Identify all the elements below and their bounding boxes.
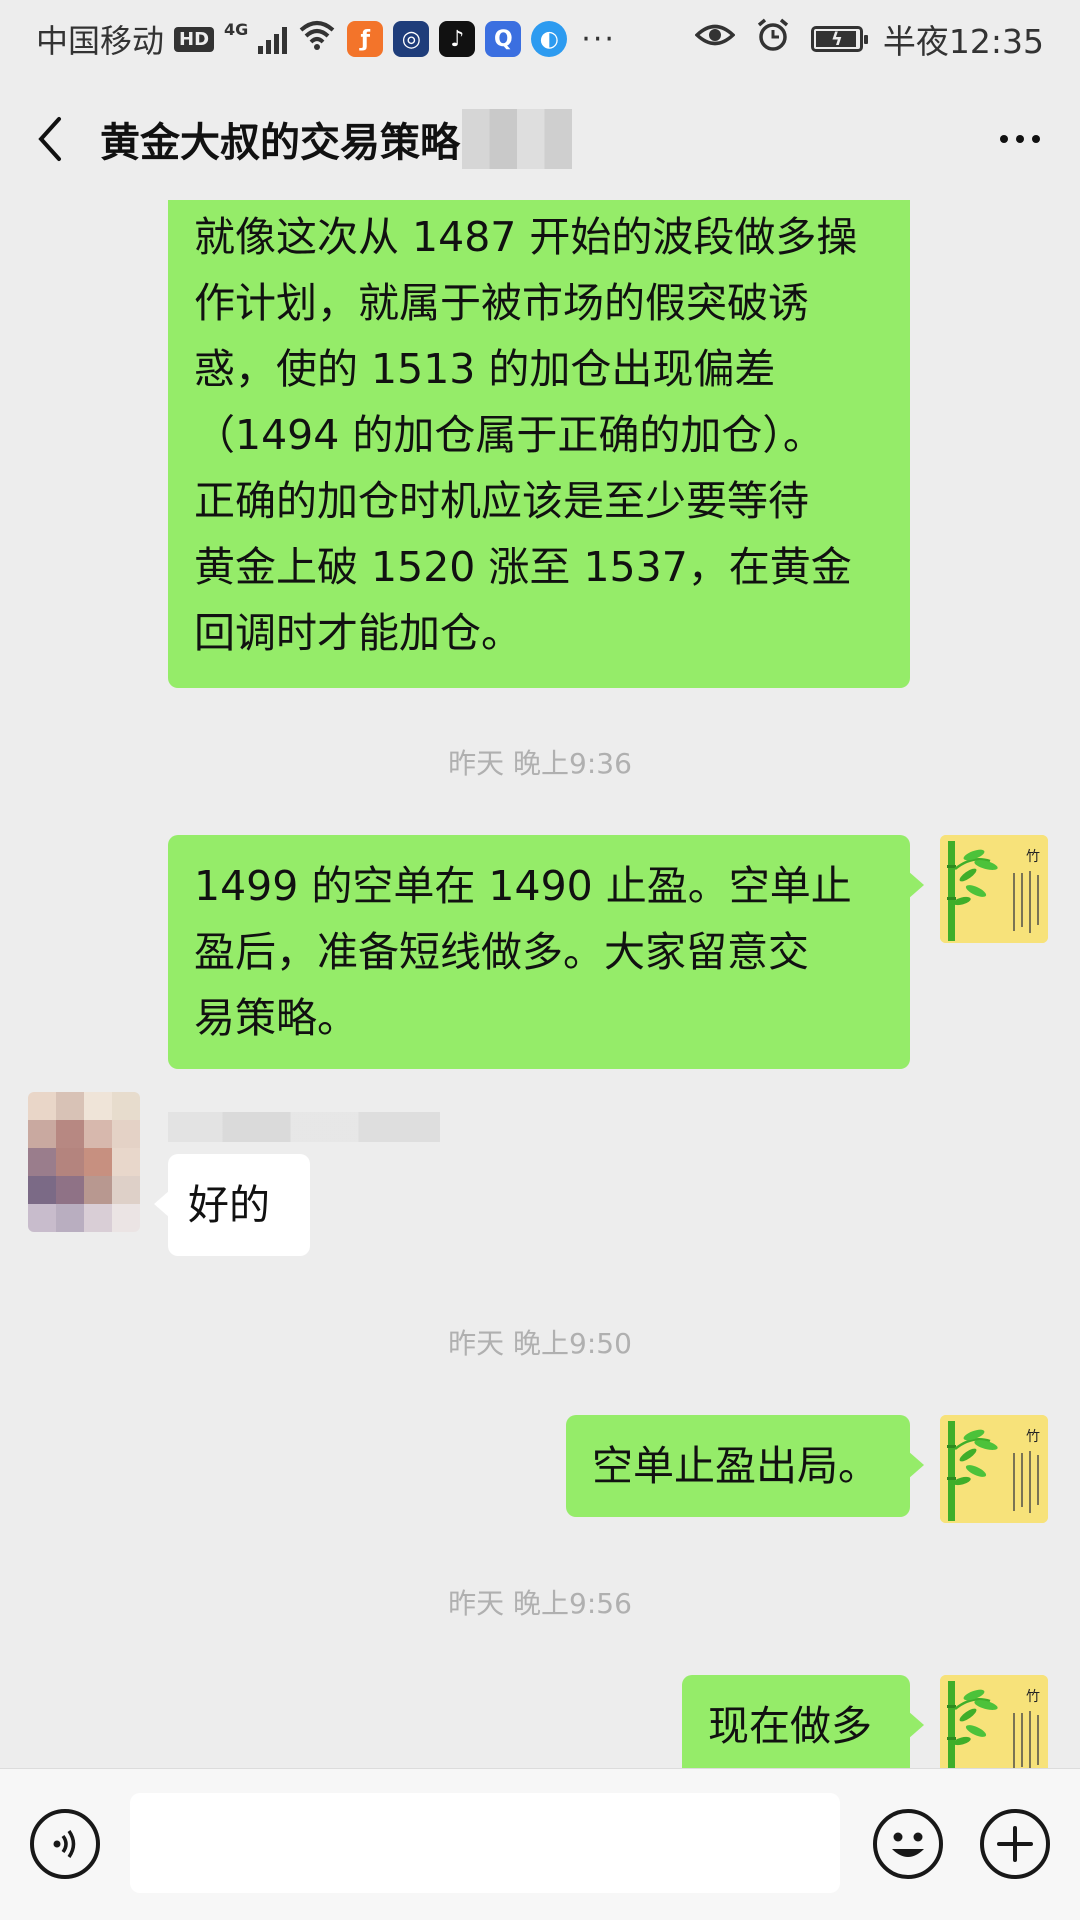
message-bubble-outgoing[interactable]: 现在做多 [682,1675,924,1768]
browser-icon: Q [485,21,522,57]
message-list[interactable]: 就像这次从 1487 开始的波段做多操 作计划，就属于被市场的假突破诱 惑，使的… [0,200,1080,1768]
more-dots-icon [1000,135,1008,143]
message-line: 现在做多 [708,1702,872,1750]
my-avatar[interactable]: 竹 [940,1675,1048,1768]
clock: 半夜12:35 [882,22,1044,61]
network-type: 4G [224,19,249,39]
message-line: （1494 的加仓属于正确的加仓）。 [194,411,824,459]
hd-badge: HD [174,26,215,52]
redacted-sender-name [168,1112,440,1142]
message-bubble-outgoing[interactable]: 1499 的空单在 1490 止盈。空单止 盈后，准备短线做多。大家留意交 易策… [168,835,924,1069]
weibo-icon: ƒ [347,21,384,57]
back-button[interactable] [0,78,100,200]
message-line: 易策略。 [194,994,358,1042]
my-avatar[interactable]: 竹 [940,835,1048,943]
cloud-app-icon: ◐ [531,21,568,57]
emoji-icon [892,1832,924,1857]
emoji-button[interactable] [873,1809,943,1879]
alarm-icon [755,17,791,61]
message-line: 黄金上破 1520 涨至 1537，在黄金 [194,543,852,591]
message-bubble-outgoing[interactable]: 空单止盈出局。 [566,1415,924,1517]
message-input[interactable] [130,1793,840,1893]
message-line: 惑，使的 1513 的加仓出现偏差 [194,345,776,393]
wifi-icon [297,20,337,58]
message-bubble-outgoing[interactable]: 就像这次从 1487 开始的波段做多操 作计划，就属于被市场的假突破诱 惑，使的… [168,200,910,688]
chevron-left-icon [38,117,61,161]
message-line: 正确的加仓时机应该是至少要等待 [194,477,809,525]
timestamp: 昨天 晚上9:50 [448,1327,632,1360]
sender-avatar[interactable] [28,1092,140,1232]
message-line: 回调时才能加仓。 [194,609,522,657]
more-options-button[interactable] [960,78,1080,200]
chat-header: 黄金大叔的交易策略 [0,78,1080,200]
message-line: 1499 的空单在 1490 止盈。空单止 [194,862,852,910]
plus-button[interactable] [980,1809,1050,1879]
voice-button[interactable] [30,1809,100,1879]
plus-icon [997,1826,1033,1862]
svg-text:竹: 竹 [1026,849,1040,865]
carrier-name: 中国移动 [36,22,165,60]
timestamp: 昨天 晚上9:36 [448,747,632,780]
svg-text:竹: 竹 [1026,1429,1040,1445]
input-bar [0,1768,1080,1920]
status-bar: 中国移动 HD 4G ƒ ◎ ♪ Q ◐ ··· ϟ 半夜12:35 [0,0,1080,78]
voice-icon [53,1830,76,1858]
message-line: 空单止盈出局。 [592,1442,879,1490]
timestamp: 昨天 晚上9:56 [448,1587,632,1620]
more-notifications-icon: ··· [581,21,616,57]
redacted-title-suffix [462,109,572,169]
message-line: 盈后，准备短线做多。大家留意交 [194,928,809,976]
battery-icon: ϟ [810,26,868,52]
message-bubble-incoming[interactable]: 好的 [154,1154,310,1256]
news-app-icon: ◎ [393,21,430,57]
svg-text:竹: 竹 [1026,1689,1040,1705]
tiktok-icon: ♪ [439,21,476,57]
message-line: 作计划，就属于被市场的假突破诱 [194,279,809,327]
my-avatar[interactable]: 竹 [940,1415,1048,1523]
chat-title: 黄金大叔的交易策略 [100,120,460,166]
eye-icon [694,20,736,58]
message-line: 好的 [188,1181,270,1229]
signal-icon [258,24,288,54]
message-line: 就像这次从 1487 开始的波段做多操 [194,213,858,261]
